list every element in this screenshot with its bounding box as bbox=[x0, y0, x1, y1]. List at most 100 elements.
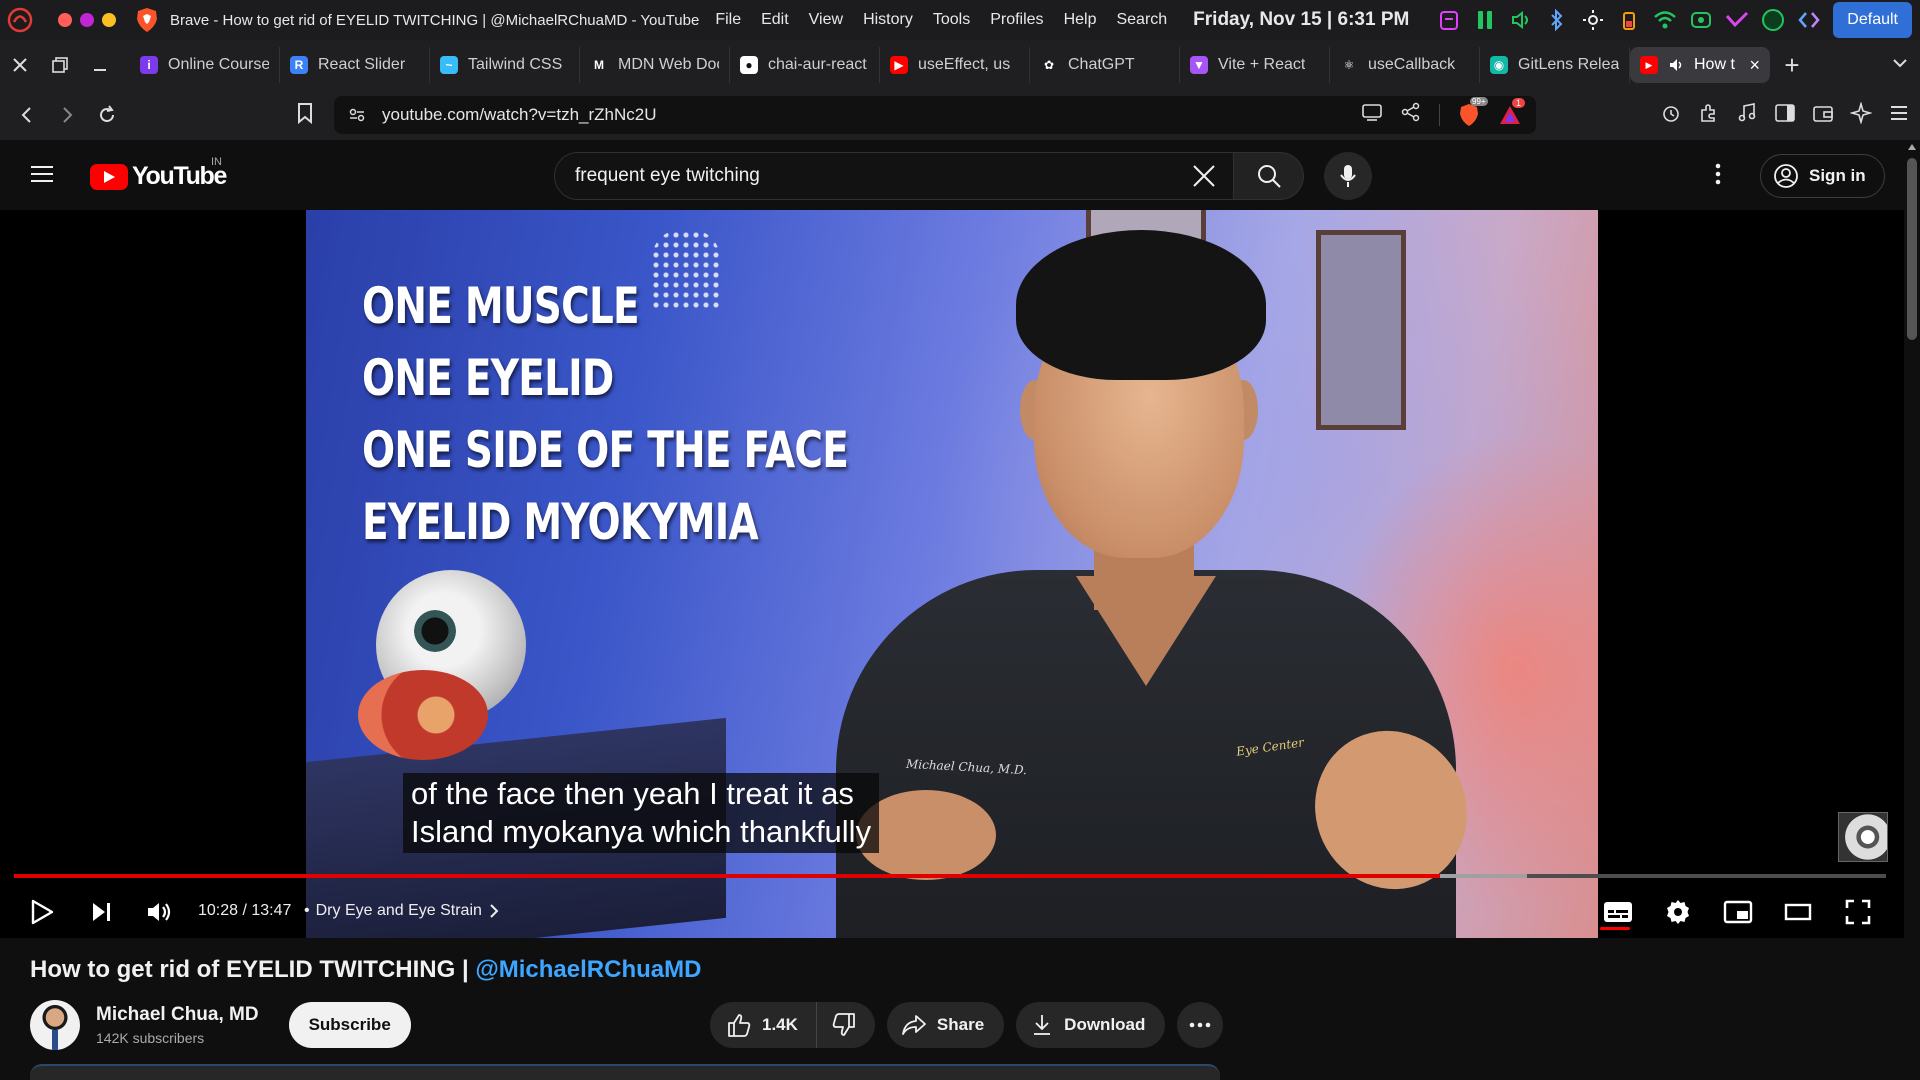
tab-item[interactable]: ▶ useEffect, us bbox=[880, 47, 1030, 83]
maximize-window-dot[interactable] bbox=[102, 13, 116, 27]
scrollbar-thumb[interactable] bbox=[1907, 158, 1917, 340]
youtube-logo[interactable]: YouTube IN bbox=[90, 156, 227, 191]
subscribe-button[interactable]: Subscribe bbox=[288, 1002, 411, 1048]
menu-search[interactable]: Search bbox=[1116, 11, 1167, 29]
battery-icon[interactable] bbox=[1617, 8, 1641, 32]
menu-edit[interactable]: Edit bbox=[761, 11, 789, 29]
play-button[interactable] bbox=[20, 892, 64, 932]
settings-more-icon[interactable] bbox=[1714, 162, 1722, 191]
guide-menu-icon[interactable] bbox=[30, 164, 54, 189]
user-status-icon[interactable] bbox=[1761, 8, 1785, 32]
wifi-icon[interactable] bbox=[1653, 8, 1677, 32]
reload-button[interactable] bbox=[88, 96, 126, 134]
minimize-window-dot[interactable] bbox=[80, 13, 94, 27]
menu-view[interactable]: View bbox=[809, 11, 843, 29]
next-button[interactable] bbox=[80, 892, 124, 932]
browser-menu-icon[interactable] bbox=[1888, 102, 1910, 129]
media-icon[interactable] bbox=[1736, 102, 1758, 129]
bookmark-icon[interactable] bbox=[296, 102, 314, 129]
progress-bar[interactable] bbox=[14, 874, 1886, 878]
tab-audio-icon[interactable] bbox=[1668, 57, 1684, 73]
mdn-icon: M bbox=[590, 56, 608, 74]
like-button[interactable]: 1.4K bbox=[710, 1002, 817, 1048]
brave-rewards-icon[interactable]: 1 bbox=[1498, 97, 1526, 126]
new-tab-button[interactable]: + bbox=[1770, 50, 1814, 81]
restore-window-icon[interactable] bbox=[40, 40, 80, 90]
check-icon[interactable] bbox=[1725, 8, 1749, 32]
player-controls: 10:28 / 13:47 • Dry Eye and Eye Strain bbox=[0, 888, 1904, 938]
site-settings-icon[interactable] bbox=[348, 106, 366, 129]
menu-profiles[interactable]: Profiles bbox=[990, 11, 1043, 29]
leo-ai-icon[interactable] bbox=[1849, 101, 1873, 129]
search-input[interactable] bbox=[575, 165, 1135, 187]
tab-strip: i Online Courses R React Slider ~ Tailwind CS… bbox=[130, 47, 1630, 83]
description-box[interactable] bbox=[30, 1064, 1220, 1080]
close-browser-icon[interactable] bbox=[0, 40, 40, 90]
brave-shields-icon[interactable]: 99+ bbox=[1458, 96, 1488, 127]
menu-history[interactable]: History bbox=[863, 11, 913, 29]
forward-button[interactable] bbox=[48, 96, 86, 134]
minimize-icon[interactable] bbox=[80, 40, 120, 90]
clipboard-icon[interactable] bbox=[1437, 8, 1461, 32]
tab-item[interactable]: ◉ GitLens Release bbox=[1480, 47, 1630, 83]
close-window-dot[interactable] bbox=[58, 13, 72, 27]
page-scrollbar[interactable] bbox=[1904, 140, 1920, 1080]
menu-tools[interactable]: Tools bbox=[933, 11, 970, 29]
scroll-up-arrow-icon[interactable] bbox=[1908, 144, 1916, 150]
channel-avatar[interactable] bbox=[30, 1000, 80, 1050]
tab-item[interactable]: ▼ Vite + React bbox=[1180, 47, 1330, 83]
sign-in-button[interactable]: Sign in bbox=[1760, 154, 1885, 198]
share-button[interactable]: Share bbox=[886, 1002, 1005, 1048]
os-logo-icon[interactable] bbox=[0, 0, 40, 40]
theater-mode-button[interactable] bbox=[1776, 892, 1820, 932]
tab-item[interactable]: ~ Tailwind CSS bbox=[430, 47, 580, 83]
channel-handle-link[interactable]: @MichaelRChuaMD bbox=[475, 956, 701, 983]
tab-active-youtube[interactable]: ▶ How t × bbox=[1630, 47, 1770, 83]
menu-file[interactable]: File bbox=[715, 11, 741, 29]
closed-captions[interactable]: of the face then yeah I treat it as Isla… bbox=[403, 773, 880, 853]
bluetooth-icon[interactable] bbox=[1545, 8, 1569, 32]
brightness-icon[interactable] bbox=[1581, 8, 1605, 32]
tab-item[interactable]: R React Slider bbox=[280, 47, 430, 83]
cast-icon[interactable] bbox=[1361, 103, 1383, 126]
volume-tray-icon[interactable] bbox=[1509, 8, 1533, 32]
miniplayer-button[interactable] bbox=[1716, 892, 1760, 932]
kde-connect-icon[interactable] bbox=[1797, 8, 1821, 32]
channel-name[interactable]: Michael Chua, MD bbox=[96, 1004, 259, 1026]
subtitles-button[interactable] bbox=[1596, 892, 1640, 932]
tab-item[interactable]: M MDN Web Docs bbox=[580, 47, 730, 83]
close-tab-icon[interactable]: × bbox=[1749, 55, 1760, 76]
tab-item[interactable]: ● chai-aur-react bbox=[730, 47, 880, 83]
more-actions-button[interactable] bbox=[1177, 1002, 1224, 1048]
profile-default-button[interactable]: Default bbox=[1833, 2, 1912, 38]
channel-watermark[interactable] bbox=[1838, 812, 1888, 862]
voice-search-button[interactable] bbox=[1324, 152, 1372, 200]
tab-item[interactable]: ⚛ useCallback bbox=[1330, 47, 1480, 83]
tab-item[interactable]: ✿ ChatGPT bbox=[1030, 47, 1180, 83]
tab-item[interactable]: i Online Courses bbox=[130, 47, 280, 83]
dislike-button[interactable] bbox=[817, 1002, 875, 1048]
pause-icon[interactable] bbox=[1473, 8, 1497, 32]
sidebar-toggle-icon[interactable] bbox=[1774, 102, 1796, 129]
alarm-icon[interactable] bbox=[1660, 102, 1682, 129]
chapter-button[interactable]: • Dry Eye and Eye Strain bbox=[304, 902, 500, 920]
system-clock[interactable]: Friday, Nov 15 | 6:31 PM bbox=[1193, 9, 1409, 31]
back-button[interactable] bbox=[8, 96, 46, 134]
video-overlay-text: ONE MUSCLE ONE EYELID ONE SIDE OF THE FA… bbox=[362, 270, 985, 558]
wallet-icon[interactable] bbox=[1812, 102, 1834, 129]
sign-in-label: Sign in bbox=[1809, 166, 1866, 185]
share-url-icon[interactable] bbox=[1401, 102, 1421, 127]
menu-help[interactable]: Help bbox=[1064, 11, 1097, 29]
fullscreen-button[interactable] bbox=[1836, 892, 1880, 932]
tab-list-chevron-icon[interactable] bbox=[1890, 53, 1910, 78]
tab-label: GitLens Release bbox=[1518, 56, 1619, 73]
mute-button[interactable] bbox=[138, 892, 182, 932]
search-button[interactable] bbox=[1234, 152, 1304, 200]
extensions-icon[interactable] bbox=[1698, 102, 1720, 129]
video-player[interactable]: Michael Chua, M.D. Eye Center ONE MUSCLE… bbox=[0, 210, 1904, 938]
clear-search-icon[interactable] bbox=[1191, 163, 1217, 194]
settings-button[interactable] bbox=[1656, 892, 1700, 932]
vpn-icon[interactable] bbox=[1689, 8, 1713, 32]
download-button[interactable]: Download bbox=[1016, 1002, 1166, 1048]
address-bar[interactable]: youtube.com/watch?v=tzh_rZhNc2U 99+ 1 bbox=[334, 96, 1536, 134]
